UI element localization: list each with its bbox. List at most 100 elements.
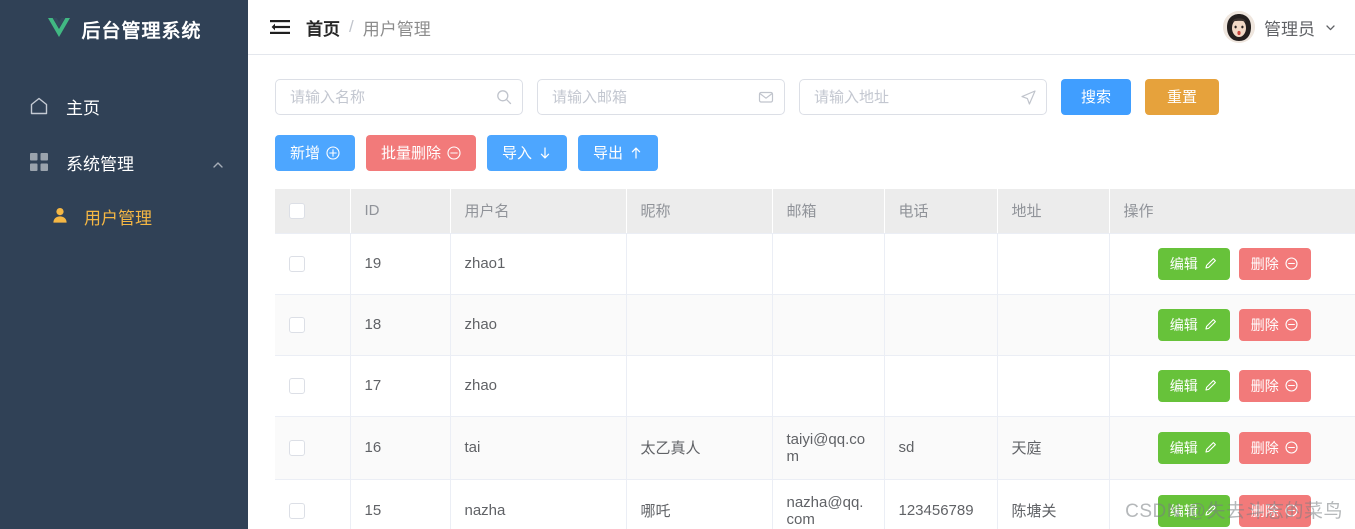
row-cell-email [772,355,885,417]
row-select-cell [275,355,351,417]
minus-circle-icon [1285,317,1299,332]
search-input[interactable] [276,80,522,114]
row-cell-email: taiyi@qq.com [772,416,885,480]
email-input[interactable] [538,80,784,114]
row-cell-username: zhao1 [450,233,627,295]
row-cell-nickname: 太乙真人 [626,416,773,480]
edit-button-label: 编辑 [1169,502,1198,519]
hamburger-icon[interactable] [270,19,306,35]
delete-button-label: 删除 [1250,255,1279,272]
row-cell-id: 17 [350,355,451,417]
address-input[interactable] [800,80,1046,114]
batch-delete-button[interactable]: 批量删除 [366,135,477,171]
edit-button[interactable]: 编辑 [1157,494,1230,527]
row-cell-nickname [626,294,773,356]
table-header-row: ID 用户名 昵称 邮箱 电话 地址 操作 [275,189,1355,234]
chevron-up-icon [212,156,224,168]
main-area: 首页 / 用户管理 管理员 请输入名称 请输入邮箱 请输入地址 搜索 重置 新增… [248,0,1355,529]
row-select-cell [275,479,351,529]
pencil-icon [1204,379,1218,393]
row-cell-address [997,294,1110,356]
table-header-nickname: 昵称 [626,189,773,234]
row-checkbox[interactable] [289,317,305,334]
row-checkbox[interactable] [289,378,305,395]
row-checkbox[interactable] [289,256,305,273]
pencil-icon [1204,504,1218,518]
row-cell-actions: 编辑 删除 [1109,416,1355,480]
delete-button[interactable]: 删除 [1238,369,1311,402]
chevron-down-icon [1324,21,1337,34]
delete-button[interactable]: 删除 [1238,431,1311,464]
export-button[interactable]: 导出 [578,135,659,171]
row-cell-nickname [626,233,773,295]
sidebar-item-system[interactable]: 系统管理 [0,134,248,190]
table-head: ID 用户名 昵称 邮箱 电话 地址 操作 [275,189,1355,234]
edit-button-label: 编辑 [1169,439,1198,456]
sidebar-logo-text: 后台管理系统 [81,20,202,42]
minus-circle-icon [1285,256,1299,271]
edit-button[interactable]: 编辑 [1157,369,1230,402]
sidebar-item-system-label: 系统管理 [66,154,134,174]
delete-button-label: 删除 [1250,439,1279,456]
edit-button[interactable]: 编辑 [1157,431,1230,464]
row-cell-username: tai [450,416,627,480]
row-action-group: 编辑 删除 [1124,431,1346,464]
row-action-group: 编辑 删除 [1124,369,1346,402]
import-button[interactable]: 导入 [487,135,568,171]
row-cell-actions: 编辑 删除 [1109,233,1355,295]
table-row[interactable]: 17 zhao 编辑 删除 [275,355,1355,417]
sidebar-item-home[interactable]: 主页 [0,78,248,134]
search-button-label: 搜索 [1081,88,1112,106]
breadcrumb-home[interactable]: 首页 [306,15,340,40]
sidebar-item-user-management-label: 用户管理 [84,208,152,228]
row-cell-nickname [626,355,773,417]
pencil-icon [1204,441,1218,455]
sidebar-item-user-management[interactable]: 用户管理 [0,190,248,242]
minus-circle-icon [1285,440,1299,455]
delete-button-label: 删除 [1250,316,1279,333]
table-header-phone: 电话 [884,189,998,234]
search-button[interactable]: 搜索 [1061,79,1132,115]
row-checkbox[interactable] [289,503,305,520]
add-button[interactable]: 新增 [275,135,356,171]
row-checkbox[interactable] [289,440,305,457]
row-cell-address: 天庭 [997,416,1110,480]
table-row[interactable]: 19 zhao1 编辑 删除 [275,233,1355,295]
delete-button[interactable]: 删除 [1238,247,1311,280]
table-header-select-all [275,189,351,234]
delete-button[interactable]: 删除 [1238,494,1311,527]
avatar [1223,11,1255,43]
edit-button[interactable]: 编辑 [1157,308,1230,341]
select-all-checkbox[interactable] [289,203,305,220]
sidebar-menu: 主页 系统管理 用户管理 [0,78,248,242]
minus-circle-icon [1285,503,1299,518]
user-table: ID 用户名 昵称 邮箱 电话 地址 操作 19 zhao1 编辑 删除 18 zhao 编… [275,189,1355,529]
row-cell-id: 15 [350,479,451,529]
user-menu[interactable]: 管理员 [1223,11,1337,43]
table-row[interactable]: 16 tai 太乙真人 taiyi@qq.com sd 天庭 编辑 删除 [275,416,1355,480]
breadcrumb: 首页 / 用户管理 [306,15,431,40]
table-row[interactable]: 15 nazha 哪吒 nazha@qq.com 123456789 陈塘关 编辑 删除 [275,479,1355,529]
delete-button[interactable]: 删除 [1238,308,1311,341]
row-action-group: 编辑 删除 [1124,494,1346,527]
row-cell-email [772,233,885,295]
reset-button[interactable]: 重置 [1145,79,1220,115]
edit-button-label: 编辑 [1169,255,1198,272]
row-cell-actions: 编辑 删除 [1109,294,1355,356]
add-button-label: 新增 [290,144,321,162]
row-cell-id: 16 [350,416,451,480]
row-cell-phone [884,294,998,356]
table-body: 19 zhao1 编辑 删除 18 zhao 编辑 删除 17 zhao 编辑 删除 16 tai 太乙真人… [275,233,1355,529]
row-action-group: 编辑 删除 [1124,247,1346,280]
row-cell-address [997,355,1110,417]
reset-button-label: 重置 [1167,88,1198,106]
pencil-icon [1204,318,1218,332]
row-cell-phone [884,233,998,295]
sidebar-logo[interactable]: 后台管理系统 [0,0,248,52]
name-filter-wrapper [275,79,523,115]
batch-delete-button-label: 批量删除 [381,144,442,162]
sidebar: 后台管理系统 主页 系统管理 用户管理 [0,0,248,529]
vue-logo-icon [46,17,72,41]
table-row[interactable]: 18 zhao 编辑 删除 [275,294,1355,356]
edit-button[interactable]: 编辑 [1157,247,1230,280]
